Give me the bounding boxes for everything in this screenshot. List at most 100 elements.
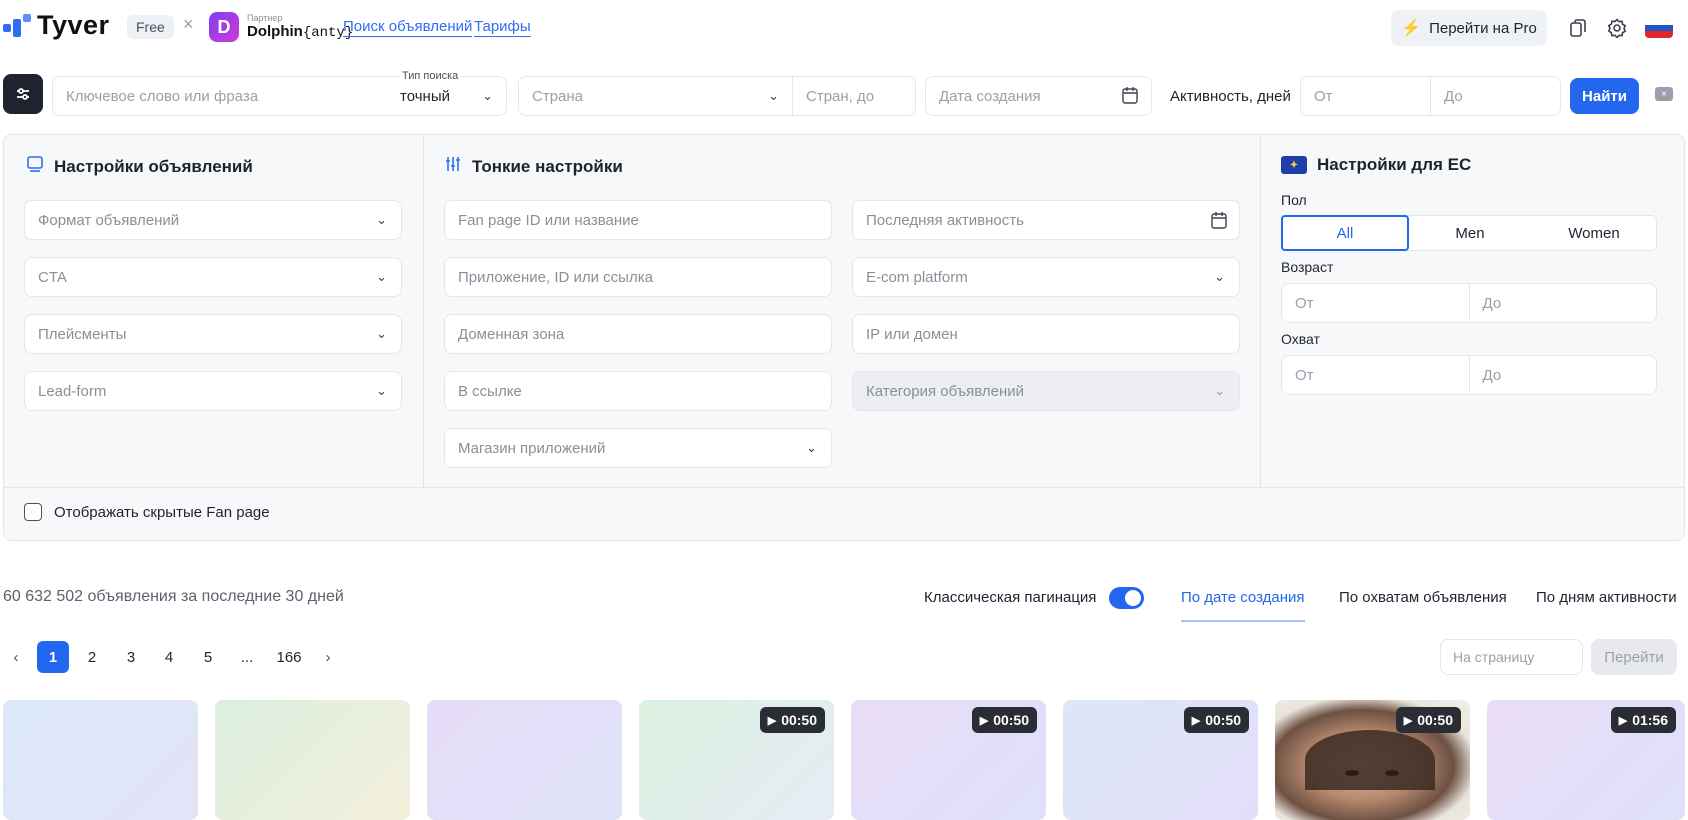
- settings-panel: Настройки объявлений Формат объявлений ⌄ …: [3, 134, 1685, 541]
- reach-label: Охват: [1281, 331, 1320, 347]
- video-duration-badge: ▶ 00:50: [1395, 707, 1461, 733]
- go-pro-label: Перейти на Pro: [1429, 19, 1537, 37]
- ad-card[interactable]: [427, 700, 622, 820]
- checkbox-label: Отображать скрытые Fan page: [54, 503, 270, 521]
- keyword-input[interactable]: Ключевое слово или фраза: [52, 76, 388, 116]
- duration-text: 00:50: [781, 712, 817, 728]
- chevron-down-icon: ⌄: [1214, 383, 1225, 398]
- field-label: Формат объявлений: [38, 211, 180, 229]
- ad-format-select[interactable]: Формат объявлений ⌄: [24, 200, 402, 240]
- cta-select[interactable]: CTA ⌄: [24, 257, 402, 297]
- chevron-down-icon: ⌄: [806, 440, 817, 455]
- ad-settings-title-text: Настройки объявлений: [54, 156, 253, 176]
- field-label: Lead-form: [38, 382, 107, 400]
- fanpage-input[interactable]: Fan page ID или название: [444, 200, 832, 240]
- monitor-icon: [26, 155, 44, 178]
- ad-settings-title: Настройки объявлений: [26, 155, 253, 178]
- ad-card[interactable]: [3, 700, 198, 820]
- ad-card[interactable]: ▶ 00:50: [1063, 700, 1258, 820]
- gender-option-all[interactable]: All: [1281, 215, 1409, 251]
- go-page-button[interactable]: Перейти: [1591, 639, 1677, 675]
- bolt-icon: ⚡: [1401, 20, 1422, 37]
- activity-to-input[interactable]: До: [1430, 76, 1561, 116]
- page-3[interactable]: 3: [115, 641, 147, 673]
- show-hidden-fanpage-checkbox[interactable]: Отображать скрытые Fan page: [24, 503, 270, 521]
- calendar-icon[interactable]: [1122, 86, 1138, 107]
- video-duration-badge: ▶ 00:50: [759, 707, 825, 733]
- logo-text: Tyver: [37, 10, 110, 40]
- per-page-input[interactable]: На страницу: [1440, 639, 1583, 675]
- page-166[interactable]: 166: [271, 641, 307, 673]
- gear-icon[interactable]: [1605, 16, 1629, 40]
- partner-logo[interactable]: D Партнер Dolphin{anty}: [209, 12, 353, 42]
- ad-card[interactable]: [215, 700, 410, 820]
- duration-text: 00:50: [993, 712, 1029, 728]
- active-sort-underline: [1181, 620, 1305, 622]
- clear-icon[interactable]: ×: [1655, 87, 1673, 101]
- filters-toggle-button[interactable]: [3, 74, 43, 114]
- play-icon: ▶: [1403, 714, 1413, 727]
- chevron-down-icon: ⌄: [376, 326, 387, 341]
- page-4[interactable]: 4: [153, 641, 185, 673]
- tyver-logo[interactable]: Tyver: [3, 10, 110, 41]
- ecom-platform-select[interactable]: E-com platform ⌄: [852, 257, 1240, 297]
- find-button[interactable]: Найти: [1570, 78, 1639, 114]
- domain-zone-input[interactable]: Доменная зона: [444, 314, 832, 354]
- chevron-down-icon: ⌄: [1214, 269, 1225, 284]
- times-icon: ×: [183, 14, 194, 34]
- search-type-value: точный: [400, 87, 450, 105]
- ad-card[interactable]: ▶ 00:50: [1275, 700, 1470, 820]
- reach-range: От До: [1281, 355, 1657, 395]
- field-label: Плейсменты: [38, 325, 127, 343]
- calendar-icon[interactable]: [1211, 211, 1227, 233]
- last-activity-input[interactable]: Последняя активность: [852, 200, 1240, 240]
- fine-settings-title-text: Тонкие настройки: [472, 156, 623, 176]
- nav-tariffs[interactable]: Тарифы: [474, 18, 531, 37]
- partner-name: Dolphin{anty}: [247, 22, 354, 41]
- ad-card[interactable]: ▶ 00:50: [851, 700, 1046, 820]
- chevron-down-icon: ⌄: [768, 88, 779, 103]
- app-store-select[interactable]: Магазин приложений ⌄: [444, 428, 832, 468]
- next-page-icon[interactable]: ›: [312, 641, 344, 673]
- age-to-input[interactable]: До: [1468, 284, 1657, 322]
- reach-from-input[interactable]: От: [1282, 356, 1469, 394]
- sort-tab-by-reach[interactable]: По охватам объявления: [1339, 589, 1507, 606]
- search-type-select[interactable]: точный ⌄: [387, 76, 507, 116]
- page-2[interactable]: 2: [76, 641, 108, 673]
- country-placeholder: Страна: [532, 87, 584, 105]
- country-select[interactable]: Страна ⌄: [518, 76, 793, 116]
- app-input[interactable]: Приложение, ID или ссылка: [444, 257, 832, 297]
- prev-page-icon[interactable]: ‹: [0, 641, 32, 673]
- checkbox-box[interactable]: [24, 503, 42, 521]
- dolphin-icon: D: [209, 12, 239, 42]
- in-link-input[interactable]: В ссылке: [444, 371, 832, 411]
- page-5[interactable]: 5: [192, 641, 224, 673]
- ad-card[interactable]: ▶ 00:50: [639, 700, 834, 820]
- sort-tab-by-activity[interactable]: По дням активности: [1536, 589, 1677, 606]
- activity-from-input[interactable]: От: [1300, 76, 1431, 116]
- age-from-input[interactable]: От: [1282, 284, 1469, 322]
- ad-card[interactable]: ▶ 01:56: [1487, 700, 1685, 820]
- gender-option-women[interactable]: Women: [1532, 216, 1656, 250]
- classic-pagination-label: Классическая пагинация: [924, 589, 1097, 606]
- page-1[interactable]: 1: [37, 641, 69, 673]
- bookmarks-icon[interactable]: [1566, 16, 1590, 40]
- eu-settings-title: ✦ Настройки для ЕС: [1281, 155, 1471, 175]
- gender-option-men[interactable]: Men: [1408, 216, 1532, 250]
- play-icon: ▶: [1191, 714, 1201, 727]
- sort-tab-by-date[interactable]: По дате создания: [1181, 589, 1305, 606]
- sliders-icon: [17, 88, 29, 100]
- go-pro-button[interactable]: ⚡ Перейти на Pro: [1391, 10, 1547, 46]
- creation-date-input[interactable]: Дата создания: [925, 76, 1152, 116]
- classic-pagination-toggle[interactable]: [1109, 587, 1144, 609]
- placements-select[interactable]: Плейсменты ⌄: [24, 314, 402, 354]
- results-count: 60 632 502 объявления за последние 30 дн…: [3, 588, 344, 605]
- duration-text: 00:50: [1417, 712, 1453, 728]
- play-icon: ▶: [1618, 714, 1628, 727]
- nav-search-ads[interactable]: Поиск объявлений: [343, 18, 473, 37]
- countries-to-input[interactable]: Стран, до: [792, 76, 916, 116]
- ip-domain-input[interactable]: IP или домен: [852, 314, 1240, 354]
- lead-form-select[interactable]: Lead-form ⌄: [24, 371, 402, 411]
- russia-flag-icon[interactable]: [1645, 18, 1673, 38]
- reach-to-input[interactable]: До: [1468, 356, 1657, 394]
